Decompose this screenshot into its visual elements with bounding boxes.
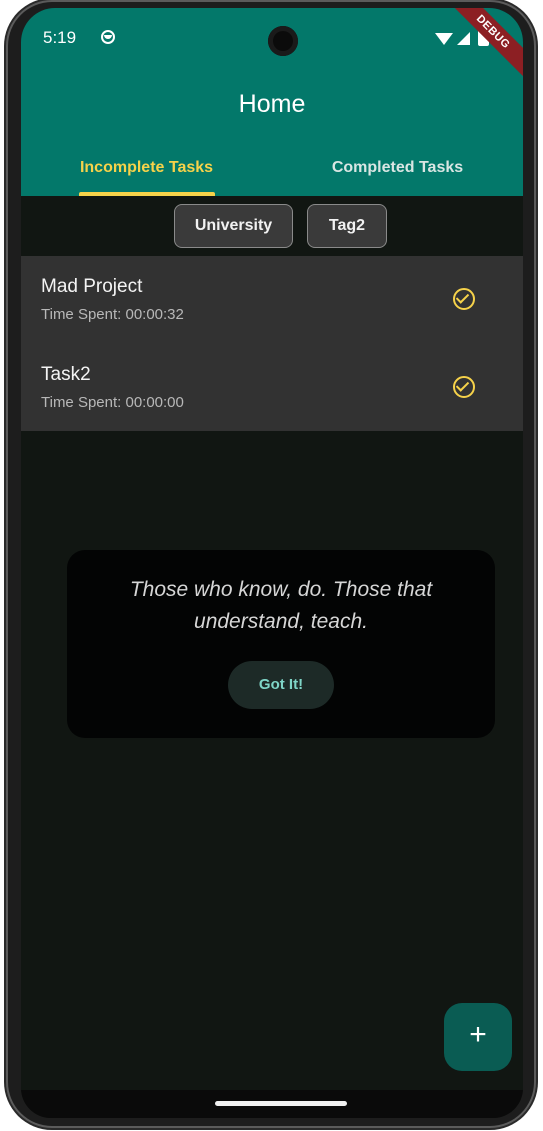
task-list: Mad Project Time Spent: 00:00:32 Task2 T… [21,256,523,431]
quote-dialog: Those who know, do. Those that understan… [67,550,495,738]
task-time-spent: Time Spent: 00:00:00 [41,394,184,411]
wifi-icon [435,33,453,45]
tab-completed-tasks[interactable]: Completed Tasks [272,148,523,196]
tab-incomplete-tasks[interactable]: Incomplete Tasks [21,148,272,196]
phone-frame: 5:19 DEBUG Home Incomplete Tasks Complet… [8,2,534,1126]
sync-icon [101,30,115,44]
task-time-spent: Time Spent: 00:00:32 [41,306,184,323]
task-title: Task2 [41,364,91,385]
add-task-button[interactable]: + [444,1003,512,1071]
filter-chip-university[interactable]: University [174,204,293,248]
camera-cutout [268,26,298,56]
status-bar: 5:19 DEBUG [21,8,523,82]
list-item[interactable]: Task2 Time Spent: 00:00:00 [21,344,523,432]
home-indicator[interactable] [215,1101,347,1106]
filter-chip-tag2[interactable]: Tag2 [307,204,387,248]
check-circle-icon[interactable] [453,376,475,398]
tab-label: Incomplete Tasks [79,159,214,176]
tab-indicator [79,192,215,196]
got-it-button[interactable]: Got It! [228,661,334,709]
app-screen: 5:19 DEBUG Home Incomplete Tasks Complet… [21,8,523,1118]
system-nav-bar [21,1090,523,1118]
app-bar: 5:19 DEBUG Home Incomplete Tasks Complet… [21,8,523,196]
tab-bar: Incomplete Tasks Completed Tasks [21,148,523,196]
plus-icon: + [469,1018,487,1051]
list-item[interactable]: Mad Project Time Spent: 00:00:32 [21,256,523,344]
task-title: Mad Project [41,276,143,297]
quote-text: Those who know, do. Those that understan… [129,578,433,633]
tab-label: Completed Tasks [331,159,464,176]
check-circle-icon[interactable] [453,288,475,310]
signal-icon [457,32,470,45]
status-time: 5:19 [43,28,77,47]
page-title: Home [238,90,306,118]
